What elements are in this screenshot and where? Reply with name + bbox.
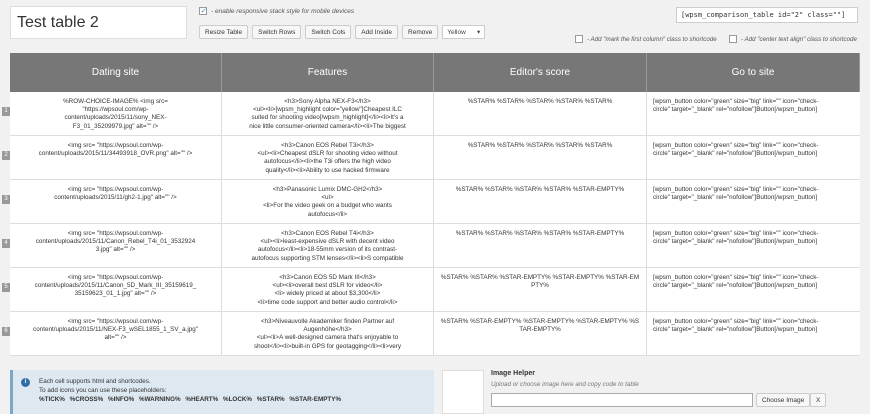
table-cell[interactable]: [wpsm_button color="green" size="big" li… [647,136,860,179]
add-inside-button[interactable]: Add Inside [355,25,399,39]
clear-image-button[interactable]: X [810,393,827,407]
table-cell[interactable]: <h3>Canon EOS Rebel T4i</h3> <ul><li>lea… [222,224,434,267]
switch-rows-button[interactable]: Switch Rows [252,25,302,39]
table-cell[interactable]: [wpsm_button color="green" size="big" li… [647,180,860,223]
responsive-label: - enable responsive stack style for mobi… [211,7,355,15]
row-number: 1 [2,107,10,116]
table-cell[interactable]: %STAR% %STAR% %STAR% %STAR% %STAR% [434,136,647,179]
table-cell[interactable]: <h3>Canon EOS 5D Mark III</h3> <ul><li>o… [222,268,434,311]
chevron-down-icon: ▾ [476,29,481,36]
resize-table-button[interactable]: Resize Table [199,25,249,39]
info-notice: i Each cell supports html and shortcodes… [10,370,434,414]
responsive-option[interactable]: ✓ - enable responsive stack style for mo… [199,7,354,15]
table-row: 4 <img src= "https://wpsoul.com/wp- conte… [2,224,860,268]
info-line-1: Each cell supports html and shortcodes. [39,378,151,385]
mark-first-checkbox[interactable] [575,35,583,43]
table-row: 6 <img src= "https://wpsoul.com/wp- conte… [2,312,860,356]
table-cell[interactable]: %STAR% %STAR% %STAR-EMPTY% %STAR-EMPTY% … [434,268,647,311]
info-line-2: To add icons you can use these placehold… [39,386,167,394]
row-number: 2 [2,151,10,160]
row-number: 6 [2,327,10,336]
switch-cols-button[interactable]: Switch Cols [305,25,352,39]
color-select[interactable]: Yellow ▾ [442,25,486,39]
mark-first-option[interactable]: - Add "mark the first column" class to s… [575,35,717,43]
row-number: 4 [2,239,10,248]
responsive-checkbox[interactable]: ✓ [199,7,207,15]
table-cell[interactable]: <h3>Niveauvolle Akademiker finden Partne… [222,312,434,355]
table-cell[interactable]: [wpsm_button color="green" size="big" li… [647,92,860,135]
table-cell[interactable]: <img src= "https://wpsoul.com/wp- conten… [10,312,222,355]
table-row: 3 <img src= "https://wpsoul.com/wp- conte… [2,180,860,224]
header-cell[interactable]: Dating site [10,53,222,92]
placeholder-list: %TICK% %CROSS% %INFO% %WARNING% %HEART% … [39,395,342,403]
table-cell[interactable]: [wpsm_button color="green" size="big" li… [647,312,860,355]
row-number: 3 [2,195,10,204]
table-cell[interactable]: %STAR% %STAR% %STAR% %STAR% %STAR% [434,92,647,135]
choose-image-button[interactable]: Choose Image [756,393,811,407]
comparison-table: Dating site Features Editor's score Go t… [2,53,860,356]
table-cell[interactable]: [wpsm_button color="green" size="big" li… [647,224,860,267]
table-cell[interactable]: <img src= "https://wpsoul.com/wp- conten… [10,180,222,223]
center-text-label: - Add "center text align" class to short… [741,35,857,43]
table-cell[interactable]: <img src= "https://wpsoul.com/wp- conten… [10,136,222,179]
row-number: 5 [2,283,10,292]
image-url-input[interactable] [491,393,753,407]
table-toolbar: Resize Table Switch Rows Switch Cols Add… [199,25,486,39]
table-cell[interactable]: [wpsm_button color="green" size="big" li… [647,268,860,311]
table-cell[interactable]: <h3>Panasonic Lumix DMC-GH2</h3> <ul> <l… [222,180,434,223]
header-cell[interactable]: Editor's score [434,53,647,92]
table-cell[interactable]: %STAR% %STAR% %STAR% %STAR% %STAR-EMPTY% [434,180,647,223]
table-cell[interactable]: <h3>Canon EOS Rebel T3i</h3> <ul><li>Che… [222,136,434,179]
remove-button[interactable]: Remove [402,25,439,39]
image-helper-subtitle: Upload or choose image here and copy cod… [491,381,639,388]
header-cell[interactable]: Features [222,53,434,92]
color-select-value: Yellow [447,28,466,36]
table-header: Dating site Features Editor's score Go t… [10,53,860,92]
info-icon: i [21,378,30,387]
table-cell[interactable]: %ROW-CHOICE-IMAGE% <img src= "https://wp… [10,92,222,135]
shortcode-field[interactable]: [wpsm_comparison_table id="2" class=""] [676,7,858,23]
table-title-input[interactable]: Test table 2 [10,6,187,39]
table-cell[interactable]: <img src= "https://wpsoul.com/wp- conten… [10,268,222,311]
table-cell[interactable]: <h3>Sony Alpha NEX-F3</h3> <ul><li>[wpsm… [222,92,434,135]
image-helper-title: Image Helper [491,370,535,377]
table-row: 5 <img src= "https://wpsoul.com/wp- conte… [2,268,860,312]
image-preview [442,370,484,414]
center-text-option[interactable]: - Add "center text align" class to short… [729,35,857,43]
table-row: 1 %ROW-CHOICE-IMAGE% <img src= "https://w… [2,92,860,136]
table-row: 2 <img src= "https://wpsoul.com/wp- conte… [2,136,860,180]
table-cell[interactable]: %STAR% %STAR% %STAR% %STAR% %STAR-EMPTY% [434,224,647,267]
center-text-checkbox[interactable] [729,35,737,43]
mark-first-label: - Add "mark the first column" class to s… [587,35,717,43]
table-cell[interactable]: %STAR% %STAR-EMPTY% %STAR-EMPTY% %STAR-E… [434,312,647,355]
header-cell[interactable]: Go to site [647,53,860,92]
table-body: 1 %ROW-CHOICE-IMAGE% <img src= "https://w… [2,92,860,356]
table-cell[interactable]: <img src= "https://wpsoul.com/wp- conten… [10,224,222,267]
